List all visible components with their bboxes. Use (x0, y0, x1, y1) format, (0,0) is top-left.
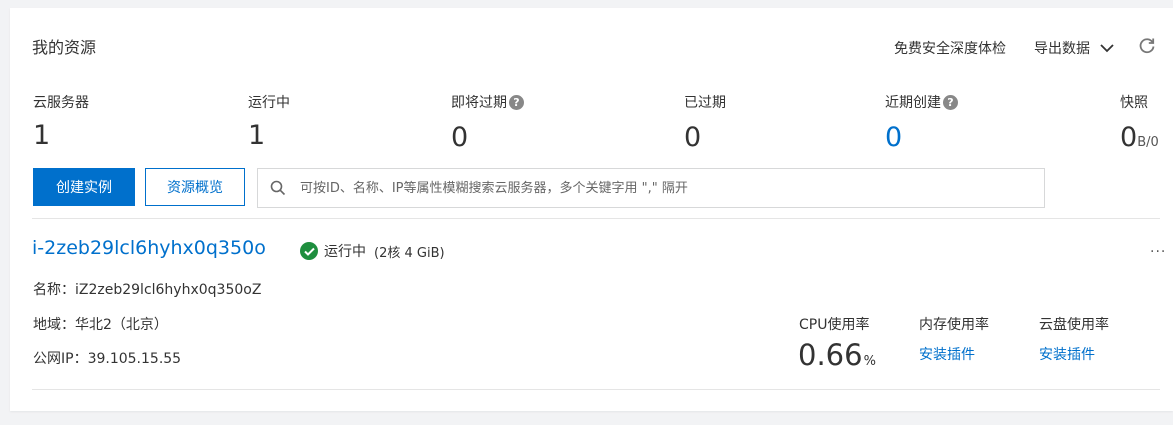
snapshot-unit: B/0 (1137, 135, 1159, 150)
snapshot-count: 0 (1120, 122, 1138, 153)
instance-public-ip: 公网IP：39.105.15.55 (33, 351, 182, 367)
stat-value-running[interactable]: 1 (248, 120, 265, 151)
stat-label-servers: 云服务器 (33, 95, 89, 111)
security-check-link[interactable]: 免费安全深度体检 (894, 38, 1006, 58)
disk-install-plugin-link[interactable]: 安装插件 (1039, 344, 1095, 364)
stat-value-servers[interactable]: 1 (33, 120, 50, 151)
chevron-down-icon (1100, 43, 1114, 53)
divider (32, 389, 1160, 390)
instance-status: 运行中 (2核 4 GiB) (300, 241, 445, 261)
stat-recent: 近期创建 ? (885, 92, 958, 112)
refresh-icon[interactable] (1137, 36, 1157, 60)
resource-panel: 我的资源 免费安全深度体检 导出数据 云服务器 1 运行中 1 即将过期 ? 0… (10, 8, 1173, 411)
help-icon[interactable]: ? (509, 94, 524, 110)
more-actions-button[interactable]: ... (1150, 240, 1166, 256)
create-instance-button[interactable]: 创建实例 (33, 168, 135, 206)
panel-title: 我的资源 (32, 38, 97, 57)
stat-value-snapshot[interactable]: 0B/0 (1120, 122, 1159, 153)
cpu-usage-value: 0.66% (798, 338, 876, 372)
status-text: 运行中 (324, 244, 366, 260)
stat-label-running: 运行中 (248, 95, 290, 111)
check-circle-icon (300, 242, 318, 260)
help-icon[interactable]: ? (943, 94, 958, 110)
instance-name: 名称：iZ2zeb29lcl6hyhx0q350oZ (33, 282, 262, 298)
stat-value-expiring[interactable]: 0 (451, 122, 468, 153)
stat-label-recent: 近期创建 (885, 95, 941, 111)
cpu-usage-unit: % (863, 354, 876, 369)
export-data-dropdown[interactable]: 导出数据 (1034, 38, 1114, 58)
stat-value-recent[interactable]: 0 (885, 122, 902, 153)
stat-label-expired: 已过期 (684, 95, 726, 111)
stat-value-expired[interactable]: 0 (684, 122, 701, 153)
export-data-label: 导出数据 (1034, 41, 1090, 57)
search-icon (258, 180, 298, 196)
disk-usage-label: 云盘使用率 (1039, 317, 1109, 333)
stat-label-expiring: 即将过期 (451, 95, 507, 111)
memory-usage-label: 内存使用率 (919, 317, 989, 333)
stat-label-snapshot: 快照 (1120, 95, 1148, 111)
instance-spec: (2核 4 GiB) (374, 245, 445, 261)
cpu-usage-number: 0.66 (798, 338, 863, 372)
search-input[interactable] (298, 179, 1044, 197)
instance-region: 地域：华北2（北京） (33, 317, 168, 333)
stat-expiring: 即将过期 ? (451, 92, 524, 112)
divider (32, 218, 1160, 219)
instance-id-link[interactable]: i-2zeb29lcl6hyhx0q350o (32, 237, 266, 259)
cpu-usage-label: CPU使用率 (799, 317, 870, 333)
memory-install-plugin-link[interactable]: 安装插件 (919, 344, 975, 364)
resource-overview-button[interactable]: 资源概览 (145, 168, 245, 206)
search-box (257, 168, 1045, 208)
